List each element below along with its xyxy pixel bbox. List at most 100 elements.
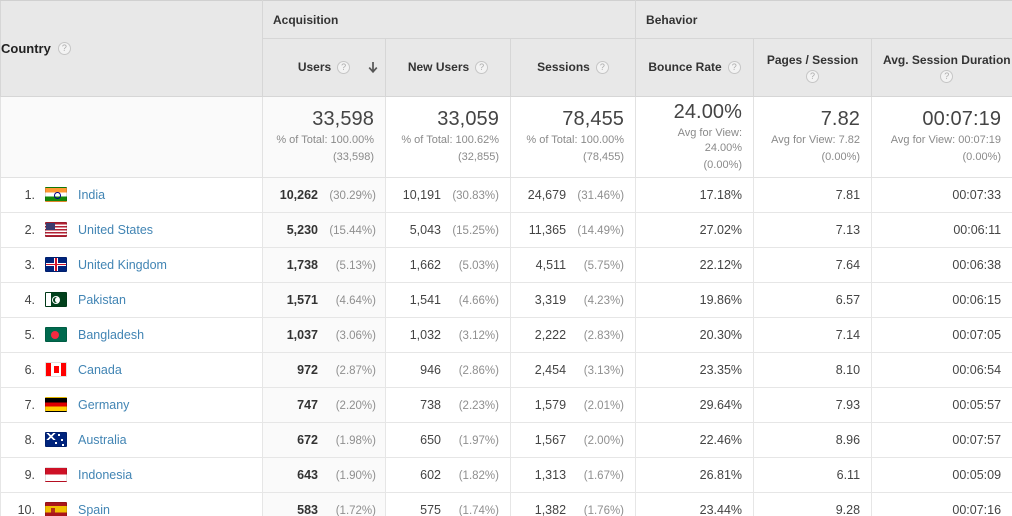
table-row[interactable]: 9. Indonesia 643 (1.90%) 602 (1.82%) 1,313 (1.6… <box>0 456 1012 493</box>
row-cell-pages-session: 8.10 <box>753 351 873 388</box>
row-sessions-value: 2,454 <box>534 362 567 377</box>
table-row[interactable]: 10. Spain 583 (1.72%) 575 (1.74%) 1,382 (1.76%)… <box>0 491 1012 516</box>
help-circle-icon[interactable]: ? <box>727 61 741 74</box>
row-sessions-value: 3,319 <box>534 292 567 307</box>
metric-header-sessions-label: Sessions <box>537 60 590 75</box>
table-row[interactable]: 4. Pakistan 1,571 (4.64%) 1,541 (4.66%) 3,319 (… <box>0 281 1012 318</box>
row-cell-pages-session: 6.11 <box>753 456 873 493</box>
table-head: Country ? Acquisition Behavior Users ? N… <box>0 0 1012 97</box>
help-circle-icon[interactable]: ? <box>806 70 820 84</box>
row-cell-users: 5,230 (15.44%) <box>262 211 386 248</box>
row-cell-sessions: 4,511 (5.75%) <box>509 246 637 283</box>
row-users-value: 672 <box>297 432 318 447</box>
table-row[interactable]: 3. United Kingdom 1,738 (5.13%) 1,662 (5.03%)… <box>0 246 1012 283</box>
row-cell-sessions: 1,382 (1.76%) <box>509 491 637 516</box>
summary-pages-session-value: 7.82 <box>820 108 861 131</box>
row-country-cell: 6. Canada <box>0 351 263 388</box>
table-row[interactable]: 7. Germany 747 (2.20%) 738 (2.23%) 1,579 (2.01%… <box>0 386 1012 423</box>
row-avg-duration-value: 00:06:11 <box>953 222 1002 237</box>
row-pages-session-value: 7.14 <box>835 327 861 342</box>
row-sessions-percent: (2.00%) <box>583 434 625 447</box>
row-cell-sessions: 2,222 (2.83%) <box>509 316 637 353</box>
row-new-users-value: 10,191 <box>402 187 441 202</box>
row-new-users-value: 946 <box>420 362 441 377</box>
row-bounce-rate-value: 19.86% <box>699 292 743 307</box>
group-label-acquisition: Acquisition <box>273 12 339 27</box>
row-country-link[interactable]: Australia <box>78 433 127 447</box>
row-country-link[interactable]: Bangladesh <box>78 328 144 342</box>
row-country-link[interactable]: Pakistan <box>78 293 126 307</box>
row-cell-avg-duration: 00:07:05 <box>871 316 1012 353</box>
row-bounce-rate-value: 20.30% <box>699 327 743 342</box>
group-header-acquisition: Acquisition <box>261 0 637 39</box>
metric-header-new-users[interactable]: New Users ? <box>385 38 511 97</box>
arrow-down-icon[interactable] <box>366 61 380 75</box>
summary-cell-avg-duration: 00:07:19 Avg for View: 00:07:19 (0.00%) <box>871 96 1012 178</box>
help-circle-icon[interactable]: ? <box>940 70 954 84</box>
row-cell-bounce-rate: 23.35% <box>635 351 755 388</box>
row-cell-users: 1,037 (3.06%) <box>262 316 386 353</box>
table-row[interactable]: 2. United States 5,230 (15.44%) 5,043 (15.25%… <box>0 211 1012 248</box>
summary-sessions-value: 78,455 <box>562 108 625 131</box>
row-country-link[interactable]: Spain <box>78 503 110 516</box>
row-cell-avg-duration: 00:06:54 <box>871 351 1012 388</box>
flag-germany-icon <box>45 397 67 413</box>
row-new-users-value: 1,541 <box>409 292 441 307</box>
help-circle-icon[interactable]: ? <box>595 61 609 74</box>
row-cell-users: 1,571 (4.64%) <box>262 281 386 318</box>
row-avg-duration-value: 00:07:57 <box>952 432 1002 447</box>
row-cell-users: 643 (1.90%) <box>262 456 386 493</box>
row-cell-new-users: 1,662 (5.03%) <box>385 246 511 283</box>
row-cell-avg-duration: 00:06:15 <box>871 281 1012 318</box>
summary-new-users-value: 33,059 <box>437 108 499 131</box>
summary-users-sub2: (33,598) <box>333 151 374 164</box>
row-country-link[interactable]: Germany <box>78 398 129 412</box>
row-bounce-rate-value: 26.81% <box>699 467 743 482</box>
row-bounce-rate-value: 23.44% <box>699 502 743 516</box>
row-avg-duration-value: 00:07:16 <box>952 502 1002 516</box>
table-row[interactable]: 8. Australia 672 (1.98%) 650 (1.97%) 1,567 (2.0… <box>0 421 1012 458</box>
row-rank: 9. <box>24 467 35 482</box>
row-cell-pages-session: 7.93 <box>753 386 873 423</box>
row-country-link[interactable]: Canada <box>78 363 122 377</box>
metric-header-sessions[interactable]: Sessions ? <box>509 38 637 97</box>
row-cell-pages-session: 6.57 <box>753 281 873 318</box>
row-cell-bounce-rate: 26.81% <box>635 456 755 493</box>
table-row[interactable]: 6. Canada 972 (2.87%) 946 (2.86%) 2,454 (3.13%)… <box>0 351 1012 388</box>
row-rank: 8. <box>24 432 35 447</box>
row-sessions-value: 1,567 <box>534 432 567 447</box>
row-country-link[interactable]: Indonesia <box>78 468 132 482</box>
row-cell-bounce-rate: 20.30% <box>635 316 755 353</box>
table-row[interactable]: 5. Bangladesh 1,037 (3.06%) 1,032 (3.12%) 2,22… <box>0 316 1012 353</box>
row-avg-duration-value: 00:06:15 <box>952 292 1002 307</box>
row-pages-session-value: 7.93 <box>835 397 861 412</box>
metric-header-pages-session[interactable]: Pages / Session ? <box>753 38 873 97</box>
row-pages-session-value: 8.10 <box>835 362 861 377</box>
row-country-link[interactable]: United Kingdom <box>78 258 167 272</box>
metric-header-users[interactable]: Users ? <box>262 38 386 97</box>
metric-header-bounce-rate[interactable]: Bounce Rate ? <box>635 38 755 97</box>
row-avg-duration-value: 00:06:38 <box>952 257 1002 272</box>
row-country-link[interactable]: United States <box>78 223 153 237</box>
row-cell-new-users: 575 (1.74%) <box>385 491 511 516</box>
summary-cell-users: 33,598 % of Total: 100.00% (33,598) <box>262 96 386 178</box>
dimension-column-header[interactable]: Country ? <box>0 0 263 97</box>
row-cell-users: 972 (2.87%) <box>262 351 386 388</box>
row-users-value: 1,037 <box>286 327 318 342</box>
metric-header-avg-session-duration[interactable]: Avg. Session Duration ? <box>871 38 1012 97</box>
help-circle-icon[interactable]: ? <box>337 61 351 74</box>
table-row[interactable]: 1. India 10,262 (30.29%) 10,191 (30.83%) 24,67… <box>0 176 1012 213</box>
row-avg-duration-value: 00:06:54 <box>952 362 1002 377</box>
row-sessions-percent: (2.83%) <box>583 329 625 342</box>
row-new-users-percent: (15.25%) <box>452 224 499 237</box>
help-circle-icon[interactable]: ? <box>57 42 71 55</box>
row-bounce-rate-value: 17.18% <box>699 187 743 202</box>
row-cell-sessions: 1,567 (2.00%) <box>509 421 637 458</box>
row-users-percent: (1.90%) <box>335 469 376 482</box>
help-circle-icon[interactable]: ? <box>475 61 489 74</box>
row-rank: 4. <box>24 292 35 307</box>
row-cell-new-users: 10,191 (30.83%) <box>385 176 511 213</box>
row-country-link[interactable]: India <box>78 188 105 202</box>
flag-united-states-icon <box>45 222 67 238</box>
row-new-users-percent: (1.74%) <box>458 504 499 516</box>
